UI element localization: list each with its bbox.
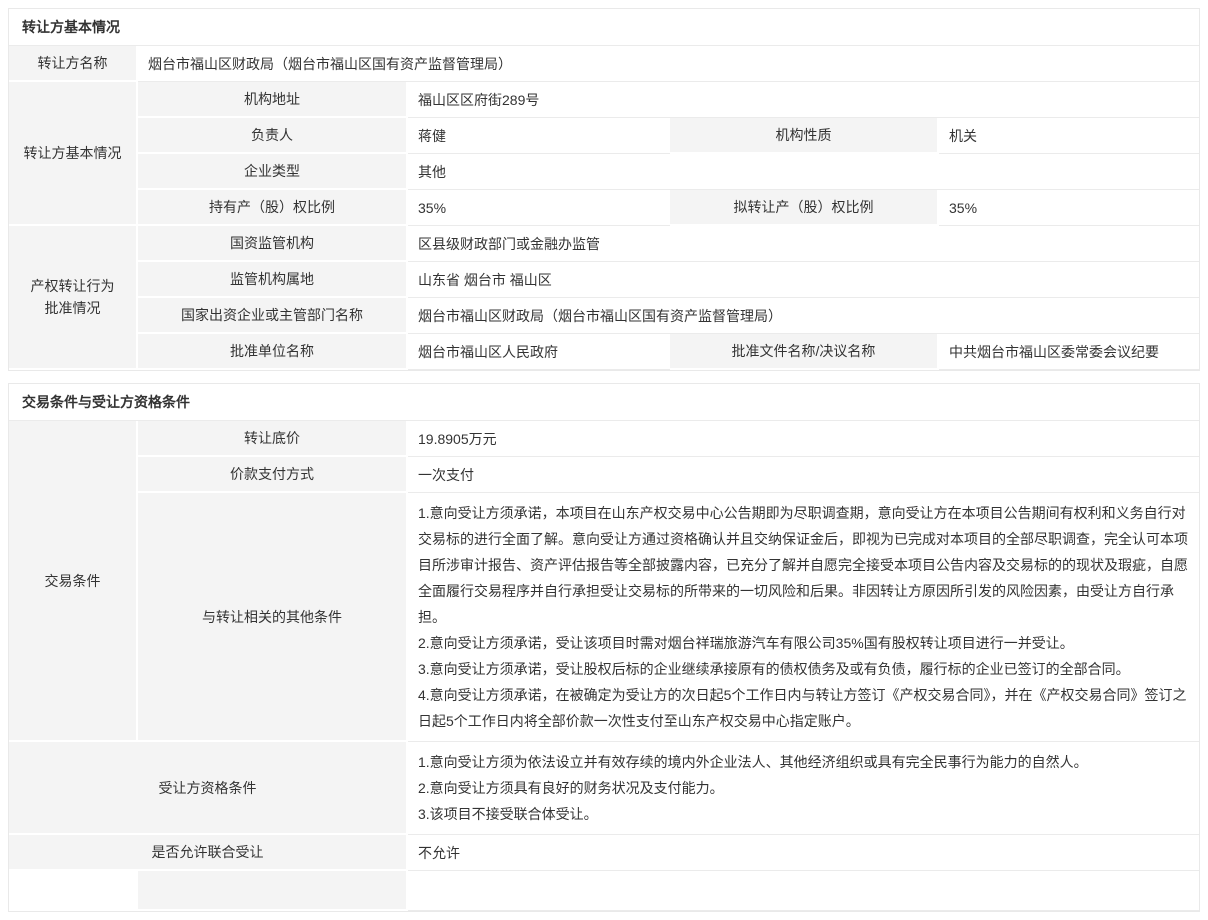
transferor-name-value: 烟台市福山区财政局（烟台市福山区国有资产监督管理局） <box>138 46 1199 82</box>
property-transfer-detail-page: 转让方基本情况 转让方名称 烟台市福山区财政局（烟台市福山区国有资产监督管理局）… <box>0 0 1208 920</box>
group-label-approval-line2: 批准情况 <box>17 297 128 319</box>
table-row-partial <box>9 871 1199 911</box>
table-row: 转让方名称 烟台市福山区财政局（烟台市福山区国有资产监督管理局） <box>9 46 1199 82</box>
other-conditions-value: 1.意向受让方须承诺，本项目在山东产权交易中心公告期即为尽职调查期，意向受让方在… <box>408 493 1199 742</box>
section-title-transferor: 转让方基本情况 <box>9 9 1199 46</box>
other-condition-item: 2.意向受让方须承诺，受让该项目时需对烟台祥瑞旅游汽车有限公司35%国有股权转让… <box>418 630 1189 656</box>
table-row: 价款支付方式 一次支付 <box>9 457 1199 493</box>
enterprise-type-value: 其他 <box>408 154 1199 190</box>
held-ratio-value: 35% <box>408 190 670 226</box>
regulator-region-label: 监管机构属地 <box>138 262 408 298</box>
state-enterprise-label: 国家出资企业或主管部门名称 <box>138 298 408 334</box>
approval-doc-label: 批准文件名称/决议名称 <box>670 334 939 370</box>
table-row: 持有产（股）权比例 35% 拟转让产（股）权比例 35% <box>9 190 1199 226</box>
table-row: 监管机构属地 山东省 烟台市 福山区 <box>9 262 1199 298</box>
payment-method-value: 一次支付 <box>408 457 1199 493</box>
qualification-label: 受让方资格条件 <box>9 742 408 835</box>
table-row: 是否允许联合受让 不允许 <box>9 835 1199 871</box>
qualification-value: 1.意向受让方须为依法设立并有效存续的境内外企业法人、其他经济组织或具有完全民事… <box>408 742 1199 835</box>
org-nature-value: 机关 <box>939 118 1199 154</box>
table-row: 交易条件 转让底价 19.8905万元 <box>9 421 1199 457</box>
regulator-region-value: 山东省 烟台市 福山区 <box>408 262 1199 298</box>
approval-doc-value: 中共烟台市福山区委常委会议纪要 <box>939 334 1199 370</box>
other-condition-item: 4.意向受让方须承诺，在被确定为受让方的次日起5个工作日内与转让方签订《产权交易… <box>418 682 1189 734</box>
address-value: 福山区区府街289号 <box>408 82 1199 118</box>
other-conditions-label: 与转让相关的其他条件 <box>138 493 408 742</box>
floor-price-value: 19.8905万元 <box>408 421 1199 457</box>
qualification-item: 1.意向受让方须为依法设立并有效存续的境内外企业法人、其他经济组织或具有完全民事… <box>418 749 1189 775</box>
joint-transfer-label: 是否允许联合受让 <box>9 835 408 871</box>
regulator-label: 国资监管机构 <box>138 226 408 262</box>
group-label-approval: 产权转让行为 批准情况 <box>9 226 138 370</box>
principal-label: 负责人 <box>138 118 408 154</box>
other-condition-item: 1.意向受让方须承诺，本项目在山东产权交易中心公告期即为尽职调查期，意向受让方在… <box>418 500 1189 630</box>
partial-row-label <box>138 871 408 911</box>
section-header-row: 交易条件与受让方资格条件 <box>9 384 1199 421</box>
section-header-row: 转让方基本情况 <box>9 9 1199 46</box>
floor-price-label: 转让底价 <box>138 421 408 457</box>
transfer-ratio-label: 拟转让产（股）权比例 <box>670 190 939 226</box>
other-condition-item: 3.意向受让方须承诺，受让股权后标的企业继续承接原有的债权债务及或有负债，履行标… <box>418 656 1189 682</box>
held-ratio-label: 持有产（股）权比例 <box>138 190 408 226</box>
joint-transfer-value: 不允许 <box>408 835 1199 871</box>
org-nature-label: 机构性质 <box>670 118 939 154</box>
qualification-item: 2.意向受让方须具有良好的财务状况及支付能力。 <box>418 775 1189 801</box>
group-label-trade-conditions: 交易条件 <box>9 421 138 742</box>
table-row: 转让方基本情况 机构地址 福山区区府街289号 <box>9 82 1199 118</box>
qualification-item: 3.该项目不接受联合体受让。 <box>418 801 1189 827</box>
table-row: 企业类型 其他 <box>9 154 1199 190</box>
regulator-value: 区县级财政部门或金融办监管 <box>408 226 1199 262</box>
enterprise-type-label: 企业类型 <box>138 154 408 190</box>
section-title-conditions: 交易条件与受让方资格条件 <box>9 384 1199 421</box>
conditions-table: 交易条件与受让方资格条件 交易条件 转让底价 19.8905万元 价款支付方式 … <box>8 383 1200 912</box>
principal-value: 蒋健 <box>408 118 670 154</box>
table-row: 受让方资格条件 1.意向受让方须为依法设立并有效存续的境内外企业法人、其他经济组… <box>9 742 1199 835</box>
transferor-info-table: 转让方基本情况 转让方名称 烟台市福山区财政局（烟台市福山区国有资产监督管理局）… <box>8 8 1200 371</box>
partial-row-spacer <box>9 871 138 911</box>
group-label-approval-line1: 产权转让行为 <box>17 275 128 297</box>
transfer-ratio-value: 35% <box>939 190 1199 226</box>
approval-unit-label: 批准单位名称 <box>138 334 408 370</box>
payment-method-label: 价款支付方式 <box>138 457 408 493</box>
address-label: 机构地址 <box>138 82 408 118</box>
table-row: 产权转让行为 批准情况 国资监管机构 区县级财政部门或金融办监管 <box>9 226 1199 262</box>
transferor-name-label: 转让方名称 <box>9 46 138 82</box>
approval-unit-value: 烟台市福山区人民政府 <box>408 334 670 370</box>
table-row: 国家出资企业或主管部门名称 烟台市福山区财政局（烟台市福山区国有资产监督管理局） <box>9 298 1199 334</box>
table-row: 与转让相关的其他条件 1.意向受让方须承诺，本项目在山东产权交易中心公告期即为尽… <box>9 493 1199 742</box>
partial-row-value <box>408 871 1199 911</box>
state-enterprise-value: 烟台市福山区财政局（烟台市福山区国有资产监督管理局） <box>408 298 1199 334</box>
group-label-basic-info: 转让方基本情况 <box>9 82 138 226</box>
table-row: 批准单位名称 烟台市福山区人民政府 批准文件名称/决议名称 中共烟台市福山区委常… <box>9 334 1199 370</box>
table-row: 负责人 蒋健 机构性质 机关 <box>9 118 1199 154</box>
